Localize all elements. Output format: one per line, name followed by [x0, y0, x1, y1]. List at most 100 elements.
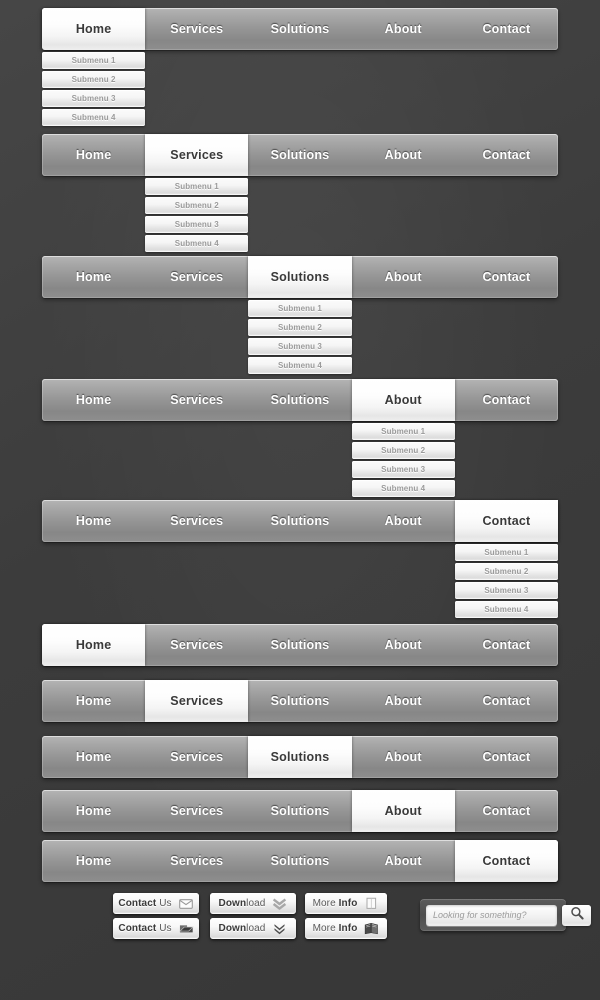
nav-item-services[interactable]: Services — [145, 379, 248, 421]
nav-item-services[interactable]: Services — [145, 500, 248, 542]
nav-item-about[interactable]: About — [352, 8, 455, 50]
nav-item-about[interactable]: About — [352, 134, 455, 176]
nav-item-services[interactable]: Services — [145, 736, 248, 778]
nav-item-home[interactable]: Home — [42, 379, 145, 421]
contact-us-button-outline[interactable]: Contact Us — [113, 893, 199, 914]
submenu-item[interactable]: Submenu 1 — [42, 52, 146, 69]
navbar-contact: Home Services Solutions About Contact — [42, 840, 559, 882]
nav-item-solutions[interactable]: Solutions — [248, 790, 351, 832]
nav-item-about[interactable]: About — [352, 736, 455, 778]
submenu-item-label: Submenu 2 — [71, 75, 116, 84]
submenu-item[interactable]: Submenu 4 — [42, 109, 146, 126]
nav-item-label: About — [384, 270, 422, 284]
nav-item-label: Home — [75, 514, 112, 528]
search-box — [420, 899, 591, 931]
nav-item-services[interactable]: Services — [145, 134, 249, 176]
nav-item-home[interactable]: Home — [42, 680, 145, 722]
nav-item-home[interactable]: Home — [42, 256, 145, 298]
nav-item-solutions[interactable]: Solutions — [248, 256, 352, 298]
navbar: Home Services Solutions About Contact — [42, 680, 558, 722]
nav-item-services[interactable]: Services — [145, 624, 248, 666]
nav-item-contact[interactable]: Contact — [455, 379, 558, 421]
more-info-button-outline[interactable]: More Info — [305, 893, 387, 914]
nav-item-label: About — [384, 393, 422, 407]
contact-us-button-solid[interactable]: Contact Us — [113, 918, 199, 939]
nav-item-home[interactable]: Home — [42, 736, 145, 778]
nav-item-home[interactable]: Home — [42, 8, 146, 50]
submenu-item[interactable]: Submenu 2 — [145, 197, 249, 214]
contact-us-button-group: Contact Us Contact Us — [113, 893, 199, 943]
nav-item-solutions[interactable]: Solutions — [248, 736, 352, 778]
submenu-item[interactable]: Submenu 3 — [145, 216, 249, 233]
nav-item-solutions[interactable]: Solutions — [248, 500, 351, 542]
nav-item-contact[interactable]: Contact — [455, 256, 558, 298]
nav-item-label: Home — [75, 638, 112, 652]
submenu-item[interactable]: Submenu 1 — [248, 300, 352, 317]
nav-item-label: About — [384, 694, 422, 708]
submenu-item-label: Submenu 2 — [381, 446, 426, 455]
submenu-item[interactable]: Submenu 1 — [454, 544, 558, 561]
nav-item-label: Solutions — [270, 804, 330, 818]
nav-item-services[interactable]: Services — [145, 8, 248, 50]
nav-item-contact[interactable]: Contact — [454, 840, 559, 882]
nav-item-about[interactable]: About — [352, 680, 455, 722]
download-button-solid[interactable]: Download — [210, 918, 296, 939]
nav-item-about[interactable]: About — [352, 840, 455, 882]
nav-item-solutions[interactable]: Solutions — [248, 379, 351, 421]
nav-item-solutions[interactable]: Solutions — [248, 840, 351, 882]
nav-item-about[interactable]: About — [351, 379, 455, 421]
submenu-item[interactable]: Submenu 4 — [248, 357, 352, 374]
more-info-button-solid[interactable]: More Info — [305, 918, 387, 939]
nav-item-contact[interactable]: Contact — [455, 8, 558, 50]
nav-item-solutions[interactable]: Solutions — [248, 680, 351, 722]
nav-item-label: Home — [75, 750, 112, 764]
nav-item-contact[interactable]: Contact — [455, 680, 558, 722]
submenu-item[interactable]: Submenu 3 — [42, 90, 146, 107]
submenu-item[interactable]: Submenu 2 — [248, 319, 352, 336]
search-input[interactable] — [426, 904, 557, 926]
nav-item-home[interactable]: Home — [42, 840, 145, 882]
submenu-item[interactable]: Submenu 4 — [351, 480, 455, 497]
submenu-item-label: Submenu 1 — [381, 427, 426, 436]
nav-item-contact[interactable]: Contact — [455, 790, 558, 832]
submenu-item[interactable]: Submenu 2 — [42, 71, 146, 88]
nav-item-home[interactable]: Home — [42, 790, 145, 832]
submenu-item[interactable]: Submenu 1 — [145, 178, 249, 195]
nav-item-about[interactable]: About — [352, 624, 455, 666]
download-button-outline[interactable]: Download — [210, 893, 296, 914]
submenu-item-label: Submenu 2 — [277, 323, 322, 332]
nav-item-about[interactable]: About — [351, 790, 455, 832]
contact-us-label: Contact Us — [118, 898, 172, 909]
navbar: Home Services Solutions About Contact — [42, 624, 558, 666]
nav-item-home[interactable]: Home — [42, 134, 145, 176]
submenu-item[interactable]: Submenu 4 — [145, 235, 249, 252]
nav-item-contact[interactable]: Contact — [455, 736, 558, 778]
nav-item-services[interactable]: Services — [145, 840, 248, 882]
submenu-item[interactable]: Submenu 3 — [454, 582, 558, 599]
nav-item-home[interactable]: Home — [42, 500, 145, 542]
submenu-item[interactable]: Submenu 3 — [351, 461, 455, 478]
nav-item-solutions[interactable]: Solutions — [248, 134, 351, 176]
search-button[interactable] — [562, 904, 591, 926]
nav-item-contact[interactable]: Contact — [455, 624, 558, 666]
nav-item-services[interactable]: Services — [145, 256, 248, 298]
nav-item-contact[interactable]: Contact — [454, 500, 559, 542]
nav-item-solutions[interactable]: Solutions — [248, 8, 351, 50]
submenu-item[interactable]: Submenu 4 — [454, 601, 558, 618]
submenu-item[interactable]: Submenu 3 — [248, 338, 352, 355]
nav-item-solutions[interactable]: Solutions — [248, 624, 351, 666]
nav-item-label: Solutions — [270, 393, 330, 407]
download-label: Download — [218, 923, 266, 934]
nav-item-services[interactable]: Services — [145, 790, 248, 832]
nav-item-about[interactable]: About — [352, 500, 455, 542]
envelope-solid-icon — [178, 922, 194, 935]
nav-item-contact[interactable]: Contact — [455, 134, 558, 176]
nav-item-about[interactable]: About — [352, 256, 455, 298]
contact-us-label: Contact Us — [118, 923, 172, 934]
nav-item-home[interactable]: Home — [42, 624, 146, 666]
submenu-item[interactable]: Submenu 2 — [454, 563, 558, 580]
nav-item-services[interactable]: Services — [145, 680, 249, 722]
nav-item-label: Contact — [482, 148, 531, 162]
submenu-item[interactable]: Submenu 1 — [351, 423, 455, 440]
submenu-item[interactable]: Submenu 2 — [351, 442, 455, 459]
